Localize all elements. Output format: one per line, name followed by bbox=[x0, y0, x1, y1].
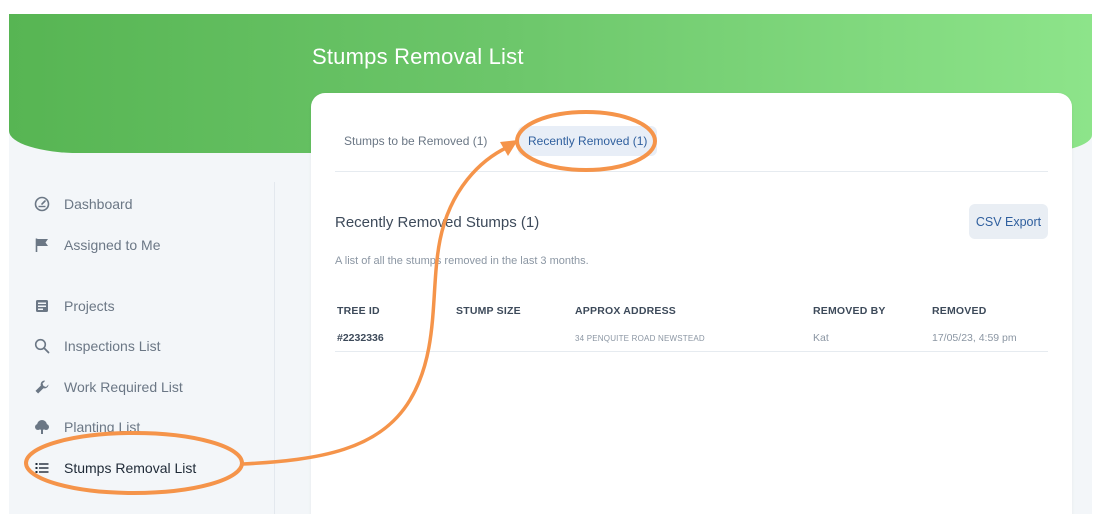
sidebar-item-assigned-to-me[interactable]: Assigned to Me bbox=[33, 231, 161, 259]
sidebar-item-label: Projects bbox=[64, 298, 115, 314]
gauge-icon bbox=[33, 195, 51, 213]
sidebar-item-dashboard[interactable]: Dashboard bbox=[33, 190, 133, 218]
cell-address: 34 PENQUITE ROAD NEWSTEAD bbox=[575, 334, 705, 343]
section-title: Recently Removed Stumps (1) bbox=[335, 214, 540, 231]
tab-stumps-to-be-removed[interactable]: Stumps to be Removed (1) bbox=[334, 126, 497, 156]
csv-export-button[interactable]: CSV Export bbox=[969, 204, 1048, 239]
sidebar: Dashboard Assigned to Me Projects Inspec… bbox=[9, 182, 275, 514]
projects-icon bbox=[33, 297, 51, 315]
page-title: Stumps Removal List bbox=[312, 44, 524, 69]
sidebar-item-work-required-list[interactable]: Work Required List bbox=[33, 373, 183, 401]
sidebar-item-inspections-list[interactable]: Inspections List bbox=[33, 332, 161, 360]
flag-icon bbox=[33, 236, 51, 254]
sidebar-item-label: Planting List bbox=[64, 419, 141, 435]
sidebar-item-label: Dashboard bbox=[64, 196, 133, 212]
column-header-approx-address: APPROX ADDRESS bbox=[575, 305, 677, 317]
table-header: TREE ID STUMP SIZE APPROX ADDRESS REMOVE… bbox=[335, 305, 1048, 321]
column-header-removed: REMOVED bbox=[932, 305, 987, 317]
tab-recently-removed[interactable]: Recently Removed (1) bbox=[518, 126, 658, 156]
column-header-removed-by: REMOVED BY bbox=[813, 305, 886, 317]
sidebar-item-planting-list[interactable]: Planting List bbox=[33, 413, 140, 441]
sidebar-item-label: Assigned to Me bbox=[64, 237, 161, 253]
content-card: Stumps to be Removed (1) Recently Remove… bbox=[311, 93, 1072, 514]
search-icon bbox=[33, 337, 51, 355]
column-header-tree-id: TREE ID bbox=[337, 305, 380, 317]
list-icon bbox=[33, 459, 51, 477]
wrench-icon bbox=[33, 378, 51, 396]
sidebar-item-label: Work Required List bbox=[64, 379, 183, 395]
tree-icon bbox=[33, 418, 51, 436]
cell-removed-date: 17/05/23, 4:59 pm bbox=[932, 332, 1017, 344]
sidebar-item-projects[interactable]: Projects bbox=[33, 292, 115, 320]
app-window: Stumps Removal List Dashboard Assigned t… bbox=[9, 14, 1092, 514]
cell-tree-id[interactable]: #2232336 bbox=[337, 332, 384, 344]
column-header-stump-size: STUMP SIZE bbox=[456, 305, 521, 317]
cell-removed-by: Kat bbox=[813, 332, 829, 344]
tab-bar: Stumps to be Removed (1) Recently Remove… bbox=[335, 126, 1048, 172]
section-description: A list of all the stumps removed in the … bbox=[335, 255, 589, 267]
table-row[interactable]: #2232336 34 PENQUITE ROAD NEWSTEAD Kat 1… bbox=[335, 330, 1048, 352]
sidebar-item-label: Stumps Removal List bbox=[64, 460, 197, 476]
sidebar-item-label: Inspections List bbox=[64, 338, 161, 354]
sidebar-item-stumps-removal-list[interactable]: Stumps Removal List bbox=[33, 454, 196, 482]
